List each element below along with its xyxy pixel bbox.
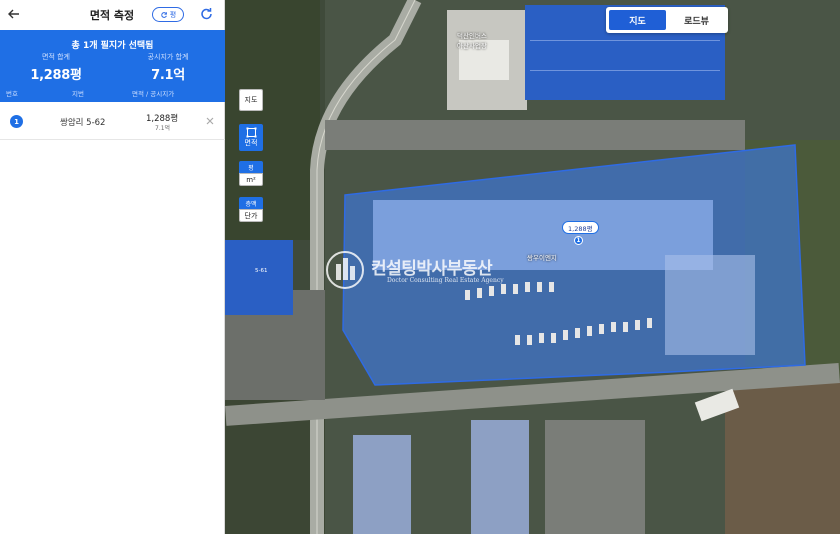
measure-panel: 면적 측정 평 총 1개 필지가 선택됨 면적 합계 1,288평 공시지가 합…: [0, 0, 225, 534]
map-tool-label: 지도: [244, 96, 258, 104]
column-header-number: 번호: [6, 90, 18, 98]
parcel-number-badge: 1: [10, 115, 23, 128]
summary-title: 총 1개 필지가 선택됨: [71, 41, 154, 51]
area-total-value: 1,288평: [30, 68, 82, 83]
unit-toggle-button[interactable]: 평: [152, 7, 184, 22]
parcel-side-label: 5-61: [255, 268, 268, 274]
map-type-map[interactable]: 지도: [609, 10, 666, 30]
unit-toggle-label: 평: [169, 10, 177, 19]
area-tool-button[interactable]: 면적: [239, 124, 263, 151]
price-total: 공시지가 합계 7.1억: [112, 52, 224, 83]
poi-label-top: 덕산인버스 아산사업장: [457, 32, 487, 50]
parcel-row[interactable]: 1 쌍암리 5-62 1,288평 7.1억: [0, 103, 225, 140]
selection-summary: 총 1개 필지가 선택됨 면적 합계 1,288평 공시지가 합계 7.1억 번…: [0, 30, 225, 102]
panel-header: 면적 측정 평: [0, 0, 224, 30]
watermark: 컨설팅박사부동산 Doctor Consulting Real Estate A…: [323, 250, 523, 290]
map-type-roadview[interactable]: 로드뷰: [668, 10, 725, 30]
price-tool-top: 층맥: [239, 197, 263, 209]
satellite-map[interactable]: 지도 로드뷰 지도 면적 평 m² 층맥 단가 덕산인버스 아산사업장 쌍우이엔…: [225, 0, 840, 534]
unit-tool-button[interactable]: 평 m²: [239, 161, 263, 186]
area-select-icon: [246, 127, 256, 138]
column-header-lot: 지번: [72, 90, 84, 98]
reset-icon[interactable]: [199, 6, 215, 22]
parcel-address: 쌍암리 5-62: [60, 118, 106, 128]
page-title: 면적 측정: [89, 9, 135, 22]
poi-label-parcel: 쌍우이엔지: [527, 254, 557, 262]
price-tool-bottom: 단가: [239, 209, 263, 222]
close-icon[interactable]: [205, 116, 215, 126]
area-total-label: 면적 합계: [42, 53, 70, 61]
area-badge: 1,288평: [562, 221, 599, 234]
area-total: 면적 합계 1,288평: [0, 52, 112, 83]
unit-tool-top: 평: [239, 161, 263, 173]
refresh-icon: [161, 11, 167, 18]
building-logo-icon: [326, 251, 364, 289]
map-tool-button[interactable]: 지도: [239, 89, 263, 111]
area-tool-label: 면적: [244, 139, 258, 147]
app: 면적 측정 평 총 1개 필지가 선택됨 면적 합계 1,288평 공시지가 합…: [0, 0, 840, 534]
unit-tool-bottom: m²: [239, 173, 263, 186]
price-total-label: 공시지가 합계: [147, 53, 189, 61]
watermark-subtitle: Doctor Consulting Real Estate Agency: [387, 277, 504, 284]
price-tool-button[interactable]: 층맥 단가: [239, 197, 263, 222]
map-type-switch: 지도 로드뷰: [606, 7, 728, 33]
watermark-title: 컨설팅박사부동산: [371, 259, 493, 279]
parcel-price: 7.1억: [155, 125, 171, 132]
column-header-area-price: 면적 / 공시지가: [132, 90, 175, 98]
back-arrow-icon[interactable]: [6, 6, 22, 22]
map-pin-icon[interactable]: 1: [574, 236, 583, 245]
price-total-value: 7.1억: [151, 68, 185, 83]
map-imagery: [225, 0, 840, 534]
